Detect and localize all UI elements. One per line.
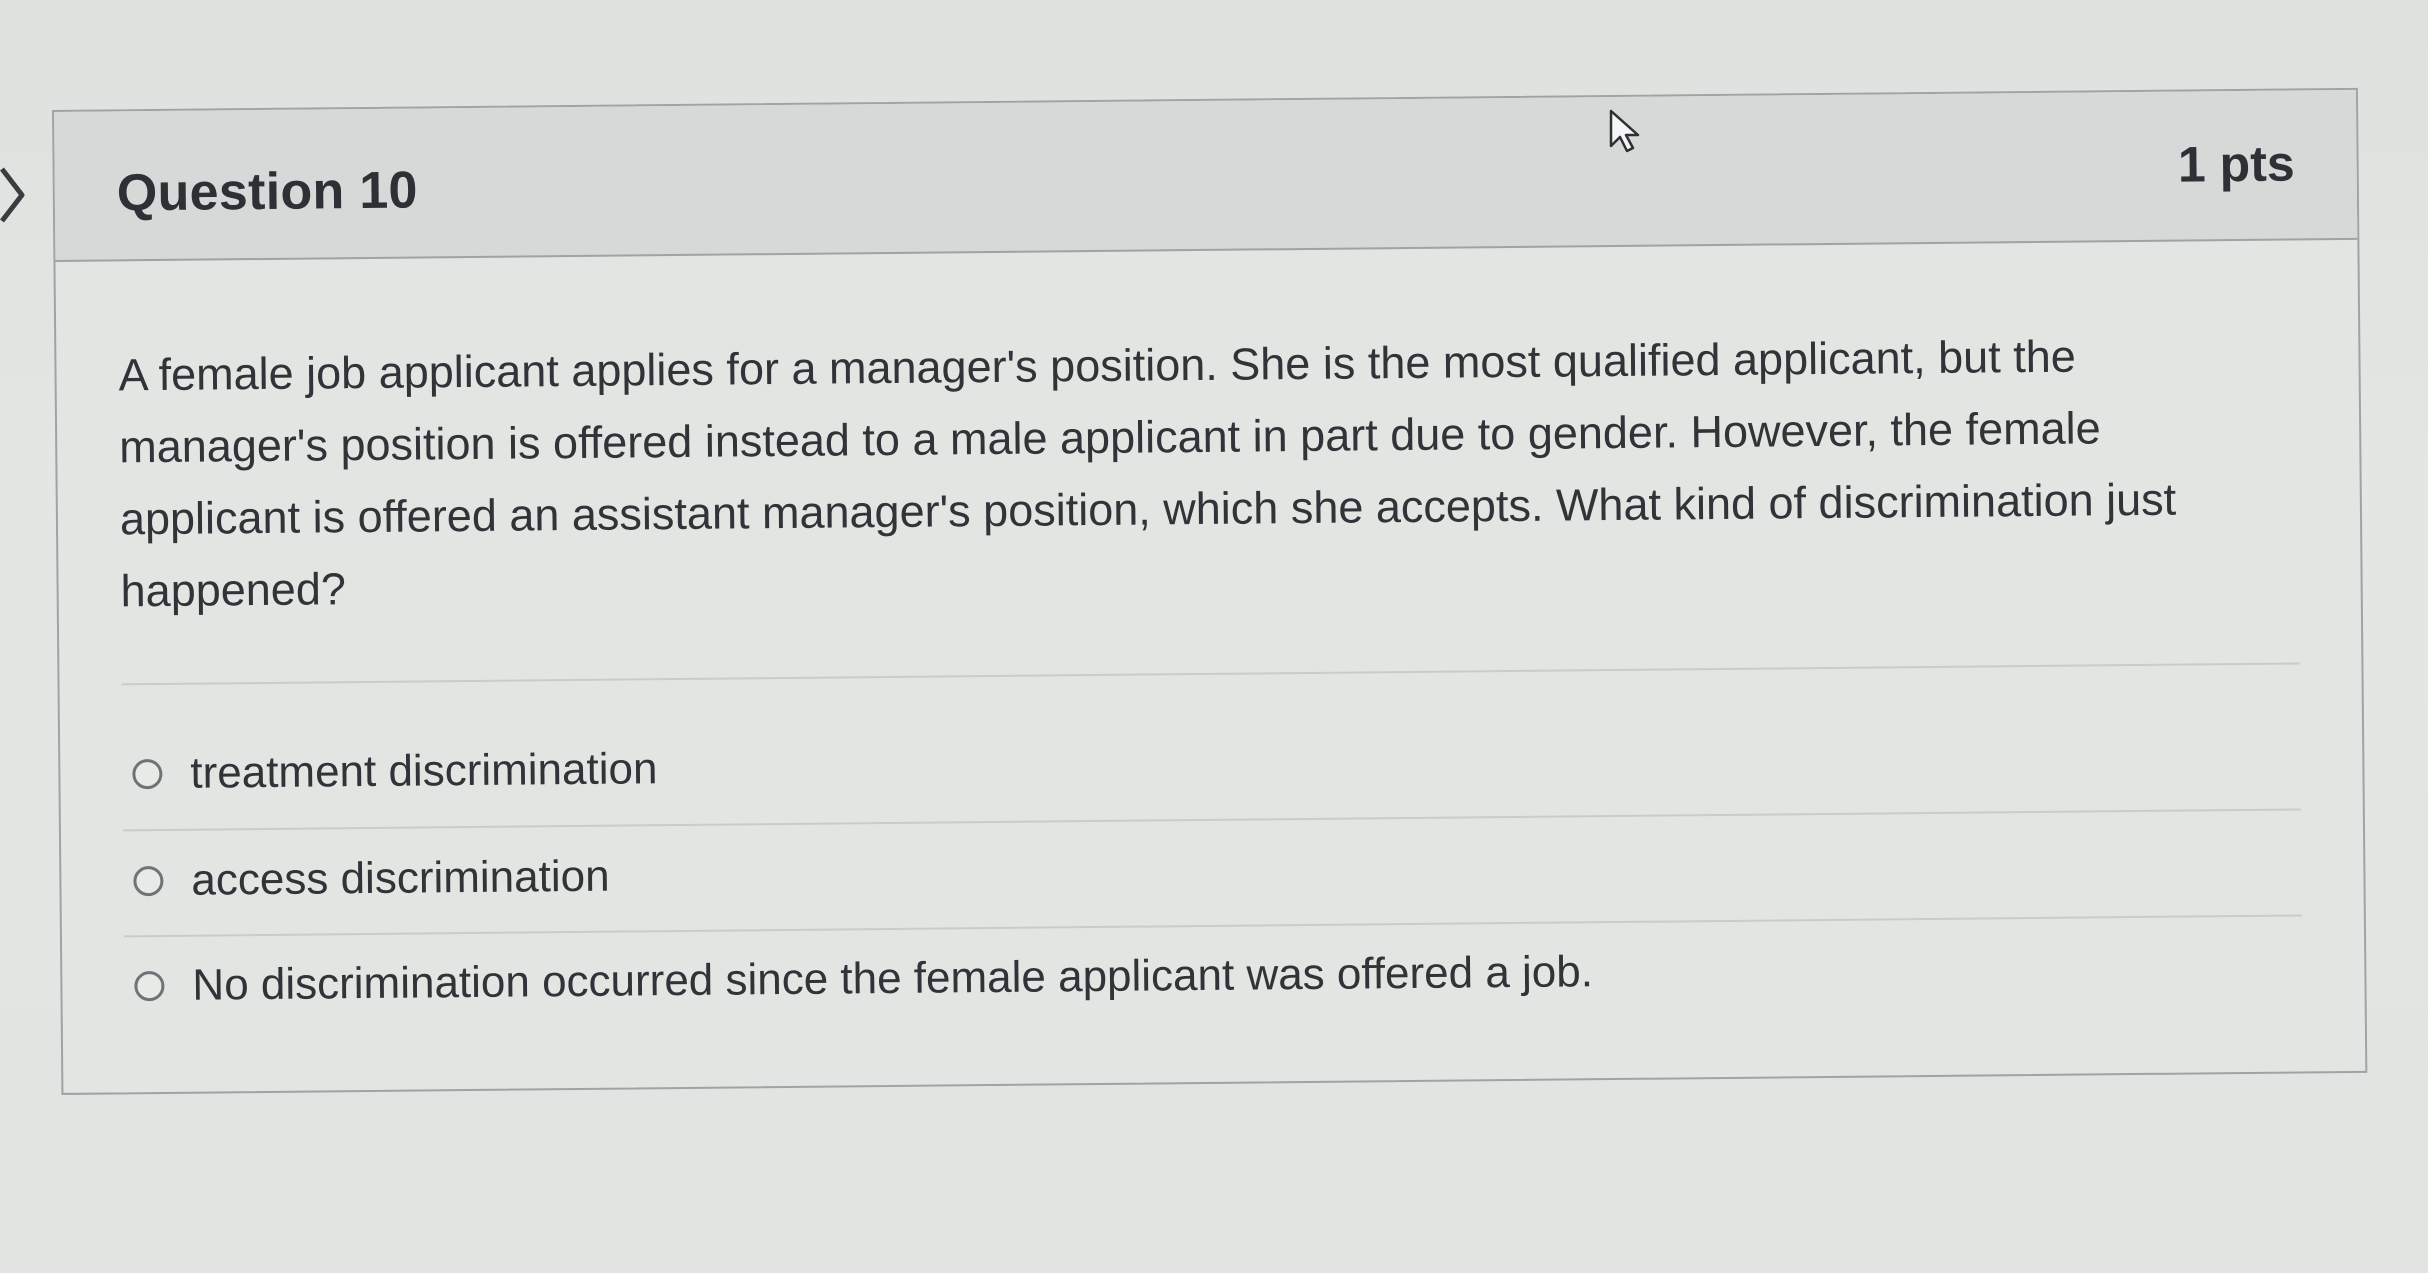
answer-option-none[interactable]: No discrimination occurred since the fem…	[134, 937, 1593, 1021]
answer-option-access[interactable]: access discrimination	[133, 842, 610, 917]
radio-button[interactable]	[133, 865, 164, 897]
answer-label: No discrimination occurred since the fem…	[192, 947, 1594, 1010]
question-header: Question 10 1 pts	[54, 89, 2358, 262]
radio-button[interactable]	[134, 970, 165, 1002]
question-card: Question 10 1 pts A female job applicant…	[52, 87, 2368, 1095]
question-title: Question 10	[116, 161, 419, 223]
question-points: 1 pts	[2177, 135, 2295, 193]
answer-label: treatment discrimination	[190, 744, 658, 798]
answer-label: access discrimination	[191, 851, 610, 905]
answer-divider	[122, 808, 2301, 832]
answer-option-treatment[interactable]: treatment discrimination	[132, 734, 658, 809]
mouse-pointer-icon	[1609, 109, 1640, 153]
chevron-right-icon[interactable]	[0, 165, 26, 225]
answer-divider	[121, 662, 2300, 686]
question-text: A female job applicant applies for a man…	[118, 330, 2177, 617]
radio-button[interactable]	[132, 758, 163, 790]
answer-divider	[123, 914, 2302, 938]
